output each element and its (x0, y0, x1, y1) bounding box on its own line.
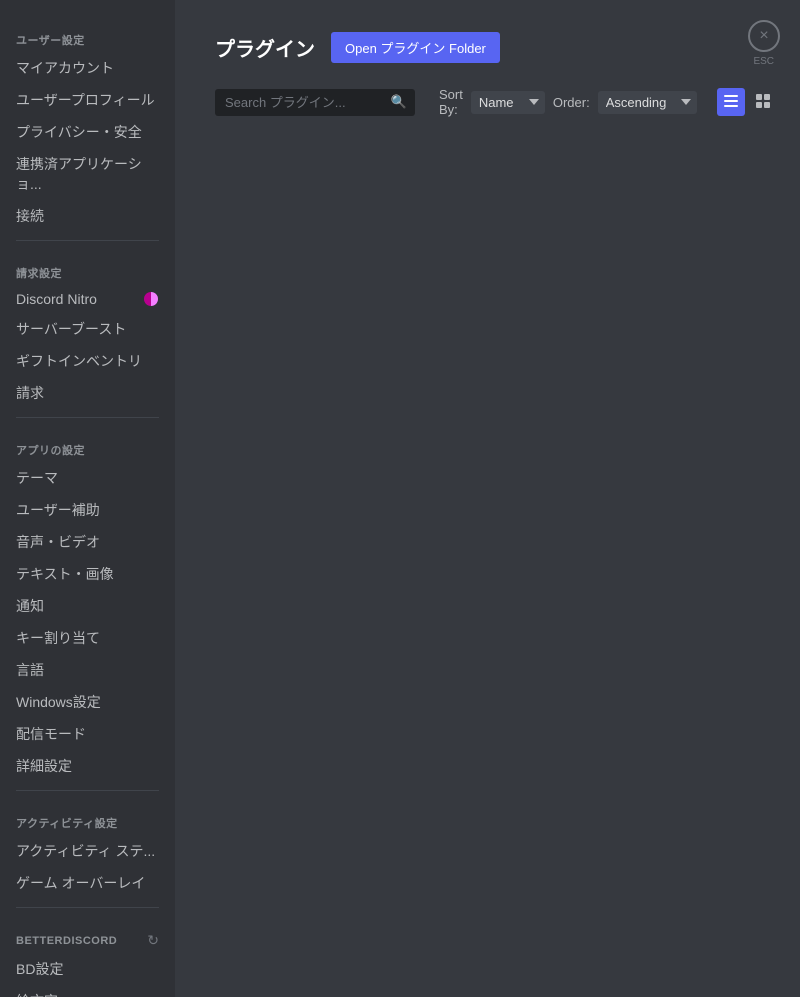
search-container: 🔍 (215, 89, 415, 116)
toolbar: 🔍 Sort By: Name Author Version Order: As… (215, 87, 760, 117)
sidebar-item-accessibility[interactable]: ユーザー補助 (6, 494, 169, 526)
section-label-user-settings: ユーザー設定 (6, 16, 169, 52)
section-label-app-settings: アプリの設定 (6, 426, 169, 462)
open-folder-button[interactable]: Open プラグイン Folder (331, 32, 500, 63)
bd-reload-icon[interactable]: ↻ (147, 932, 159, 949)
divider-2 (16, 417, 159, 418)
divider-3 (16, 790, 159, 791)
sidebar-item-user-profile[interactable]: ユーザープロフィール (6, 84, 169, 116)
sidebar-item-language[interactable]: 言語 (6, 654, 169, 686)
divider-1 (16, 240, 159, 241)
divider-4 (16, 907, 159, 908)
search-icon: 🔍 (391, 94, 407, 110)
sidebar-item-voice-video[interactable]: 音声・ビデオ (6, 526, 169, 558)
sidebar-item-billing[interactable]: 請求 (6, 377, 169, 409)
order-label: Order: (553, 95, 590, 110)
sidebar-item-my-account[interactable]: マイアカウント (6, 52, 169, 84)
sort-by-label: Sort By: (439, 87, 463, 117)
sidebar-item-appearance[interactable]: テーマ (6, 462, 169, 494)
sidebar-item-text-images[interactable]: テキスト・画像 (6, 558, 169, 590)
sidebar-item-discord-nitro[interactable]: Discord Nitro (6, 285, 169, 313)
sidebar-item-streamer-mode[interactable]: 配信モード (6, 718, 169, 750)
sort-controls: Sort By: Name Author Version Order: Asce… (439, 87, 697, 117)
sidebar-item-privacy-safety[interactable]: プライバシー・安全 (6, 116, 169, 148)
sidebar-item-windows-settings[interactable]: Windows設定 (6, 686, 169, 718)
view-buttons (717, 88, 777, 116)
close-button[interactable]: × (748, 20, 780, 52)
section-label-betterdiscord: BETTERDISCORD (16, 935, 117, 947)
sidebar-item-bd-settings[interactable]: BD設定 (6, 953, 169, 985)
esc-label: ESC (753, 56, 774, 67)
sidebar-item-activity-status[interactable]: アクティビティ ステ... (6, 835, 169, 867)
close-icon: × (759, 27, 768, 45)
nitro-icon (143, 291, 159, 307)
section-label-activity: アクティビティ設定 (6, 799, 169, 835)
sidebar-item-authorized-apps[interactable]: 連携済アプリケーショ... (6, 148, 169, 200)
main-content: × ESC プラグイン Open プラグイン Folder 🔍 Sort By:… (175, 0, 800, 997)
view-list-button[interactable] (717, 88, 745, 116)
sidebar-item-game-overlay[interactable]: ゲーム オーバーレイ (6, 867, 169, 899)
section-label-billing: 請求設定 (6, 249, 169, 285)
page-title: プラグイン (215, 33, 315, 62)
sidebar-item-advanced[interactable]: 詳細設定 (6, 750, 169, 782)
page-header: プラグイン Open プラグイン Folder (215, 32, 760, 63)
sort-by-select[interactable]: Name Author Version (471, 91, 545, 114)
sidebar: ユーザー設定 マイアカウント ユーザープロフィール プライバシー・安全 連携済ア… (0, 0, 175, 997)
view-grid-button[interactable] (749, 88, 777, 116)
sidebar-item-gift-inventory[interactable]: ギフトインベントリ (6, 345, 169, 377)
plugin-list (215, 137, 760, 940)
sidebar-item-server-boost[interactable]: サーバーブースト (6, 313, 169, 345)
sidebar-item-notifications[interactable]: 通知 (6, 590, 169, 622)
sidebar-item-connections[interactable]: 接続 (6, 200, 169, 232)
order-select[interactable]: Ascending Descending (598, 91, 697, 114)
sidebar-item-emotes[interactable]: 絵文字 (6, 985, 169, 997)
sidebar-item-keybinds[interactable]: キー割り当て (6, 622, 169, 654)
grid-view-icon (755, 93, 771, 112)
list-view-icon (723, 93, 739, 112)
search-input[interactable] (215, 89, 415, 116)
